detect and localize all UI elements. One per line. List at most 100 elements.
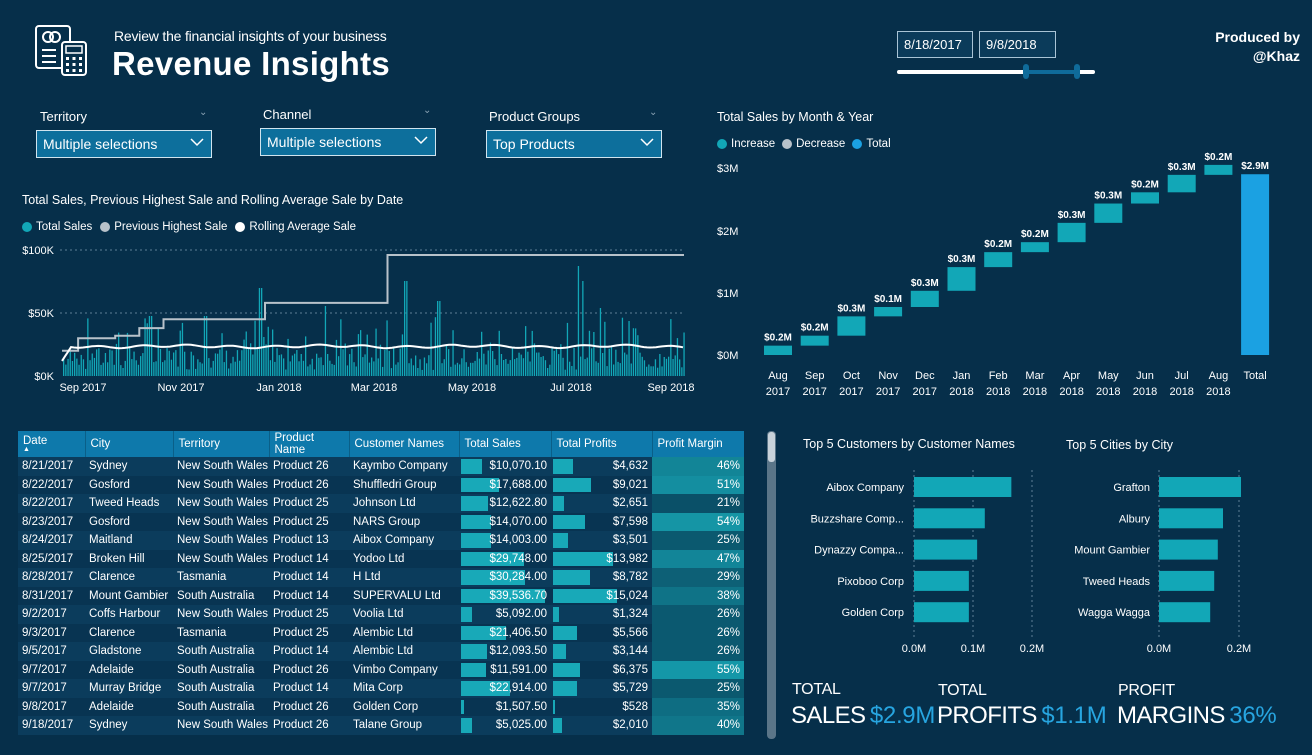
profits-data-bar xyxy=(553,459,573,474)
bar[interactable] xyxy=(914,477,1012,497)
waterfall-total-bar[interactable] xyxy=(1241,174,1270,355)
bar[interactable] xyxy=(1159,508,1223,529)
table-row[interactable]: 9/7/2017 Murray Bridge South Australia Prod… xyxy=(18,679,744,698)
waterfall-increase-bar[interactable] xyxy=(947,267,976,291)
product-groups-dropdown[interactable]: Top Products xyxy=(486,130,662,158)
legend-previous-highest[interactable]: Previous Highest Sale xyxy=(114,221,227,233)
territory-dropdown[interactable]: Multiple selections xyxy=(36,130,212,158)
daily-sales-bar xyxy=(657,367,659,376)
data-label: $0.3M xyxy=(911,278,939,289)
x-tick-label: 0.2M xyxy=(1020,643,1044,655)
sales-waterfall-chart[interactable]: $3M $2M $1M $0M $0.2M Aug 2017 $0.2M Sep 2017… xyxy=(700,150,1300,405)
daily-sales-bar xyxy=(296,350,298,376)
waterfall-increase-bar[interactable] xyxy=(800,335,829,346)
column-header-date[interactable]: Date ▲ xyxy=(18,431,86,457)
sales-detail-table[interactable]: Date ▲ City Territory Product Name Custom… xyxy=(18,431,744,741)
top-customers-chart[interactable]: 0.0M 0.1M 0.2M Aibox Company Buzzshare Comp.… xyxy=(790,465,1060,660)
cell-date: 8/22/2017 xyxy=(18,494,85,513)
waterfall-increase-bar[interactable] xyxy=(1057,222,1086,243)
cell-city: Sydney xyxy=(85,716,173,735)
product-groups-collapse-icon[interactable]: ⌄ xyxy=(649,107,657,118)
top-cities-chart[interactable]: 0.0M 0.2M Grafton Albury Mount Gambier Tweed … xyxy=(1055,465,1300,660)
date-end-input[interactable]: 9/8/2018 xyxy=(979,31,1056,58)
table-row[interactable]: 8/23/2017 Gosford New South Wales Product 2… xyxy=(18,512,744,531)
legend-total[interactable]: Total xyxy=(866,138,890,150)
column-header-city[interactable]: City xyxy=(85,431,174,457)
legend-dot-previous-highest xyxy=(100,222,111,232)
daily-sales-bar xyxy=(478,358,481,376)
chevron-down-icon xyxy=(414,136,428,145)
daily-sales-bar xyxy=(217,353,219,376)
table-row[interactable]: 8/21/2017 Sydney New South Wales Product 26… xyxy=(18,457,744,476)
channel-label: Channel xyxy=(263,107,312,122)
bar[interactable] xyxy=(1159,570,1215,591)
table-row[interactable]: 8/25/2017 Broken Hill New South Wales Produ… xyxy=(18,549,744,568)
legend-decrease[interactable]: Decrease xyxy=(796,138,845,150)
sales-line-chart[interactable]: $100K $50K $0K Sep 2017 Nov 2017 Jan 201… xyxy=(0,238,700,398)
daily-sales-bar xyxy=(421,369,423,376)
table-row[interactable]: 9/2/2017 Coffs Harbour New South Wales Prod… xyxy=(18,605,744,624)
bar[interactable] xyxy=(914,508,985,529)
table-row[interactable]: 8/24/2017 Maitland New South Wales Product … xyxy=(18,531,744,550)
channel-collapse-icon[interactable]: ⌄ xyxy=(423,105,431,116)
waterfall-increase-bar[interactable] xyxy=(874,307,903,317)
column-header-territory[interactable]: Territory xyxy=(173,431,270,457)
x-tick-label: 2017 xyxy=(839,386,863,398)
waterfall-increase-bar[interactable] xyxy=(984,252,1013,268)
daily-sales-bar xyxy=(67,358,69,376)
bar[interactable] xyxy=(914,539,978,560)
column-header-total-profits[interactable]: Total Profits xyxy=(551,431,653,457)
channel-dropdown[interactable]: Multiple selections xyxy=(260,128,436,156)
table-row[interactable]: 8/22/2017 Tweed Heads New South Wales Produ… xyxy=(18,494,744,513)
table-row[interactable]: 8/28/2017 Clarence Tasmania Product 14 H Ltd… xyxy=(18,568,744,587)
date-slider-end-handle[interactable] xyxy=(1074,64,1080,79)
waterfall-increase-bar[interactable] xyxy=(1131,192,1159,204)
cell-territory: South Australia xyxy=(173,660,269,679)
legend-rolling-average[interactable]: Rolling Average Sale xyxy=(249,221,356,233)
bar[interactable] xyxy=(914,602,969,623)
column-header-profit-margin[interactable]: Profit Margin xyxy=(652,431,744,457)
table-row[interactable]: 9/18/2017 Sydney New South Wales Product 26… xyxy=(18,716,744,735)
daily-sales-bar xyxy=(265,344,267,376)
table-row[interactable]: 8/22/2017 Gosford New South Wales Product 2… xyxy=(18,475,744,494)
bar[interactable] xyxy=(1159,602,1211,623)
column-header-customer-names[interactable]: Customer Names xyxy=(349,431,460,457)
x-tick-label: Dec xyxy=(915,370,935,382)
cell-total-sales: $1,507.50 xyxy=(459,697,551,716)
daily-sales-bar xyxy=(639,352,641,376)
bar[interactable] xyxy=(1159,539,1218,560)
x-tick-label: 0.0M xyxy=(1147,643,1171,655)
date-slider-start-handle[interactable] xyxy=(1023,64,1029,79)
waterfall-increase-bar[interactable] xyxy=(764,345,792,355)
column-header-total-sales[interactable]: Total Sales xyxy=(459,431,552,457)
table-row[interactable]: 9/8/2017 Adelaide South Australia Product 2… xyxy=(18,697,744,716)
legend-total-sales[interactable]: Total Sales xyxy=(36,221,92,233)
profits-data-bar xyxy=(553,625,577,640)
finance-calculator-icon xyxy=(35,25,87,76)
daily-sales-bar xyxy=(496,365,498,376)
table-row[interactable]: 9/3/2017 Clarence Tasmania Product 25 Alembi… xyxy=(18,623,744,642)
data-label: $0.2M xyxy=(801,323,829,334)
table-scrollbar-thumb[interactable] xyxy=(768,432,775,462)
territory-collapse-icon[interactable]: ⌄ xyxy=(199,107,207,118)
daily-sales-bar xyxy=(320,357,322,376)
waterfall-increase-bar[interactable] xyxy=(1204,164,1233,175)
daily-sales-bar xyxy=(239,360,241,376)
table-row[interactable]: 9/7/2017 Adelaide South Australia Product 2… xyxy=(18,660,744,679)
waterfall-increase-bar[interactable] xyxy=(1094,203,1123,223)
daily-sales-bar xyxy=(584,359,586,376)
daily-sales-bar xyxy=(681,367,683,376)
table-row[interactable]: 9/5/2017 Gladstone South Australia Product … xyxy=(18,642,744,661)
table-row[interactable]: 8/31/2017 Mount Gambier South Australia Pro… xyxy=(18,586,744,605)
cell-total-sales: $14,003.00 xyxy=(459,531,551,550)
column-header-product-name[interactable]: Product Name xyxy=(269,431,350,457)
legend-increase[interactable]: Increase xyxy=(731,138,775,150)
table-scrollbar[interactable] xyxy=(767,431,776,739)
bar[interactable] xyxy=(1159,477,1241,497)
waterfall-increase-bar[interactable] xyxy=(910,290,939,308)
waterfall-increase-bar[interactable] xyxy=(1167,174,1196,193)
bar[interactable] xyxy=(914,570,969,591)
waterfall-increase-bar[interactable] xyxy=(1020,242,1049,253)
waterfall-increase-bar[interactable] xyxy=(837,316,866,336)
date-start-input[interactable]: 8/18/2017 xyxy=(897,31,973,58)
